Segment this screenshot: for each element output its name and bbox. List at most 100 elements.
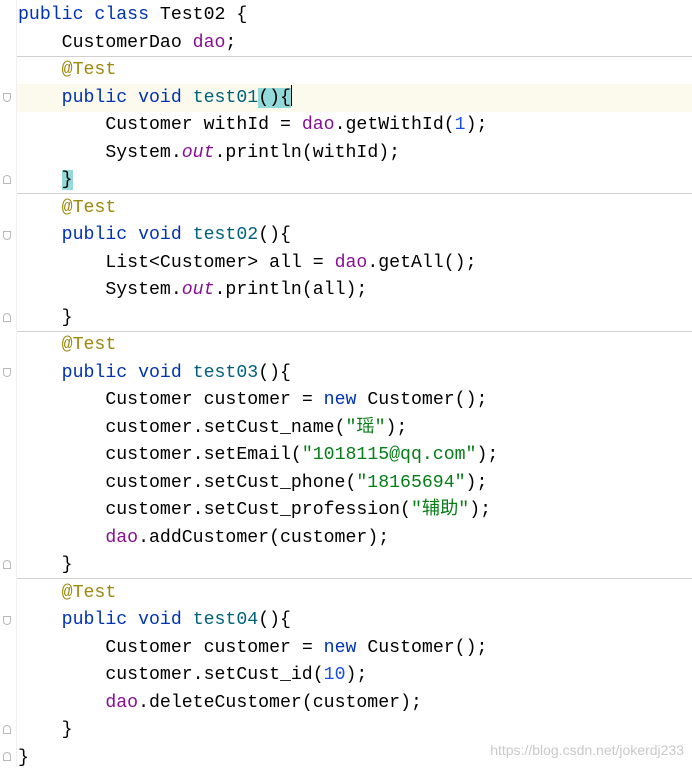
keyword-public: public — [18, 5, 84, 25]
code-line: dao.deleteCustomer(customer); — [18, 690, 498, 718]
method-call: getAll — [378, 253, 444, 273]
fold-toggle-icon[interactable] — [3, 368, 11, 377]
type-name: Customer — [367, 390, 454, 410]
variable-name: customer — [280, 528, 367, 548]
type-name: Customer — [105, 638, 192, 658]
static-field: out — [182, 280, 215, 300]
watermark: https://blog.csdn.net/jokerdj233 — [490, 742, 684, 758]
keyword-void: void — [138, 225, 182, 245]
static-field: out — [182, 143, 215, 163]
type-name: Customer — [367, 638, 454, 658]
number-literal: 10 — [324, 665, 346, 685]
method-call: setEmail — [204, 445, 291, 465]
code-line: } — [18, 717, 498, 745]
variable-name: withId — [313, 143, 379, 163]
method-declaration: test03 — [193, 363, 259, 383]
source-code[interactable]: public class Test02 { CustomerDao dao; @… — [18, 2, 498, 772]
type-name: System — [105, 280, 171, 300]
variable-name: customer — [105, 445, 192, 465]
method-declaration: test02 — [193, 225, 259, 245]
fold-toggle-icon[interactable] — [3, 560, 11, 569]
field-name: dao — [193, 33, 226, 53]
code-line-current: public void test01(){ — [18, 85, 498, 113]
variable-name: customer — [105, 500, 192, 520]
fold-toggle-icon[interactable] — [3, 93, 11, 102]
keyword-public: public — [62, 610, 128, 630]
annotation-test: @Test — [62, 335, 117, 355]
type-name: Customer — [105, 115, 192, 135]
code-line: @Test — [18, 332, 498, 360]
keyword-public: public — [62, 225, 128, 245]
code-line: } — [18, 305, 498, 333]
variable-name: all — [269, 253, 302, 273]
type-name: CustomerDao — [62, 33, 182, 53]
string-literal: "18165694" — [356, 473, 465, 493]
editor-gutter[interactable] — [0, 0, 16, 767]
method-call: setCust_profession — [204, 500, 400, 520]
keyword-void: void — [138, 88, 182, 108]
code-line: customer.setCust_phone("18165694"); — [18, 470, 498, 498]
method-call: setCust_name — [204, 418, 335, 438]
keyword-public: public — [62, 363, 128, 383]
method-call: setCust_phone — [204, 473, 346, 493]
code-line: @Test — [18, 195, 498, 223]
variable-name: customer — [313, 693, 400, 713]
field-name: dao — [302, 115, 335, 135]
number-literal: 1 — [455, 115, 466, 135]
fold-toggle-icon[interactable] — [3, 313, 11, 322]
variable-name: customer — [105, 473, 192, 493]
code-line: public class Test02 { — [18, 2, 498, 30]
annotation-test: @Test — [62, 198, 117, 218]
code-line: public void test03(){ — [18, 360, 498, 388]
method-call: println — [225, 280, 301, 300]
fold-toggle-icon[interactable] — [3, 175, 11, 184]
fold-toggle-icon[interactable] — [3, 231, 11, 240]
code-line: Customer customer = new Customer(); — [18, 635, 498, 663]
string-literal: "1018115@qq.com" — [302, 445, 477, 465]
type-name: System — [105, 143, 171, 163]
keyword-new: new — [324, 638, 357, 658]
fold-toggle-icon[interactable] — [3, 616, 11, 625]
variable-name: customer — [204, 638, 291, 658]
keyword-public: public — [62, 88, 128, 108]
code-line: customer.setCust_id(10); — [18, 662, 498, 690]
method-call: getWithId — [346, 115, 444, 135]
code-line: CustomerDao dao; — [18, 30, 498, 58]
code-line: System.out.println(withId); — [18, 140, 498, 168]
field-name: dao — [335, 253, 368, 273]
code-line: @Test — [18, 57, 498, 85]
type-name: Customer — [105, 390, 192, 410]
keyword-new: new — [324, 390, 357, 410]
matched-brace-highlight: (){ — [258, 88, 291, 108]
annotation-test: @Test — [62, 60, 117, 80]
code-line: System.out.println(all); — [18, 277, 498, 305]
code-line: List<Customer> all = dao.getAll(); — [18, 250, 498, 278]
keyword-void: void — [138, 610, 182, 630]
code-line: } — [18, 552, 498, 580]
keyword-void: void — [138, 363, 182, 383]
variable-name: customer — [105, 665, 192, 685]
code-line: } — [18, 167, 498, 195]
annotation-test: @Test — [62, 583, 117, 603]
code-line: } — [18, 745, 498, 772]
code-editor[interactable]: public class Test02 { CustomerDao dao; @… — [0, 0, 692, 767]
method-declaration: test04 — [193, 610, 259, 630]
code-line: Customer customer = new Customer(); — [18, 387, 498, 415]
matched-brace-highlight: } — [62, 170, 73, 190]
variable-name: customer — [204, 390, 291, 410]
code-line: public void test02(){ — [18, 222, 498, 250]
code-line: dao.addCustomer(customer); — [18, 525, 498, 553]
code-line: public void test04(){ — [18, 607, 498, 635]
type-name: List<Customer> — [105, 253, 258, 273]
variable-name: customer — [105, 418, 192, 438]
code-line: Customer withId = dao.getWithId(1); — [18, 112, 498, 140]
method-declaration: test01 — [193, 88, 259, 108]
fold-toggle-icon[interactable] — [3, 752, 11, 761]
string-literal: "辅助" — [411, 500, 469, 520]
method-call: setCust_id — [204, 665, 313, 685]
fold-toggle-icon[interactable] — [3, 725, 11, 734]
variable-name: all — [313, 280, 346, 300]
gutter-divider — [16, 0, 17, 767]
code-line: customer.setEmail("1018115@qq.com"); — [18, 442, 498, 470]
variable-name: withId — [204, 115, 270, 135]
